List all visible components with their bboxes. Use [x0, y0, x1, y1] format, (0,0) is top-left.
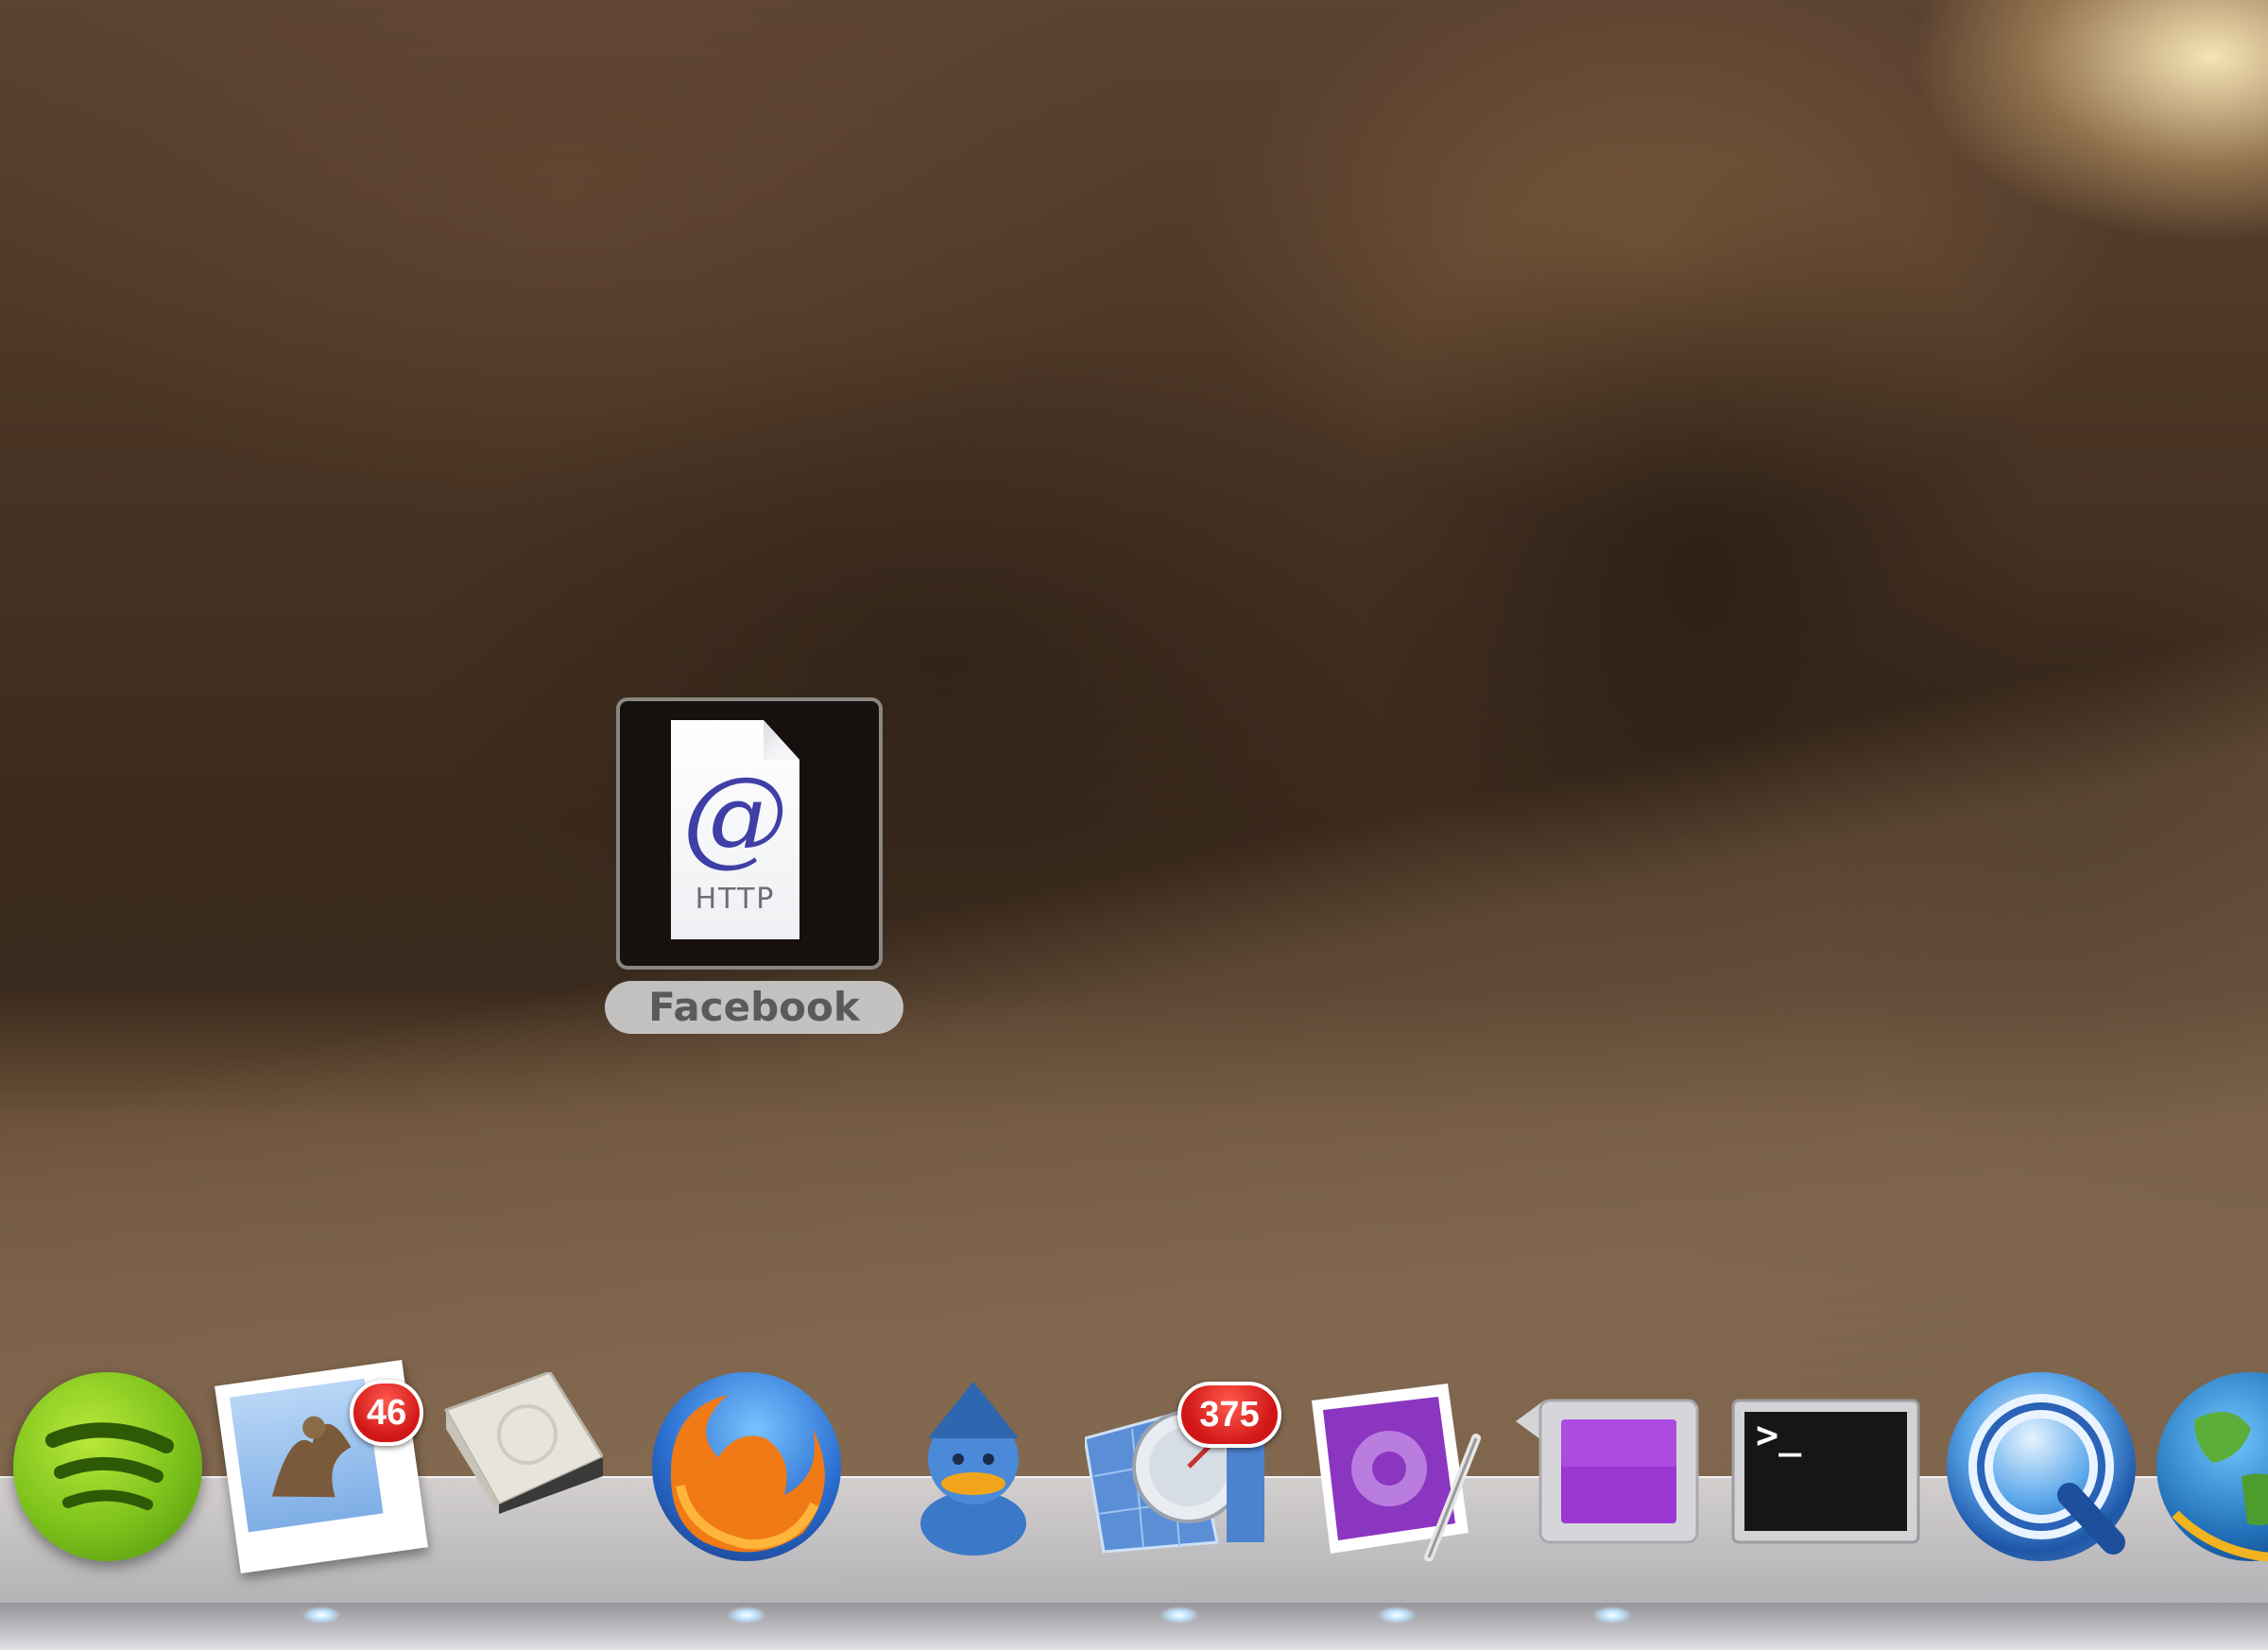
desktop-file-name-label[interactable]: Facebook: [605, 981, 903, 1034]
dock-item-coda[interactable]: 375: [1083, 1372, 1281, 1580]
mail-unread-badge: 46: [350, 1380, 424, 1446]
dock-item-terminal[interactable]: >_: [1731, 1372, 1920, 1580]
firefox-icon: [652, 1372, 841, 1561]
purple-square-icon: [1512, 1372, 1701, 1561]
dock-item-spotify[interactable]: [13, 1372, 202, 1580]
hard-drive-icon: [437, 1370, 626, 1561]
purple-gear-pen-icon: [1297, 1372, 1486, 1562]
dock-item-xcode[interactable]: [1297, 1372, 1486, 1580]
running-indicator: [1378, 1607, 1416, 1624]
terminal-icon: >_: [1731, 1372, 1920, 1561]
dock-item-purple-app[interactable]: [1512, 1372, 1701, 1580]
running-indicator: [1160, 1607, 1198, 1624]
terminal-prompt-text: >_: [1756, 1414, 1802, 1457]
running-indicator: [1593, 1607, 1631, 1624]
duck-icon: [879, 1372, 1068, 1561]
dock-item-mail[interactable]: 46: [215, 1360, 428, 1580]
running-indicator: [728, 1607, 765, 1624]
globe-icon: [2156, 1372, 2268, 1562]
spotify-icon: [13, 1372, 202, 1561]
coda-badge: 375: [1177, 1382, 1281, 1448]
dock-item-quicktime[interactable]: [1947, 1372, 2136, 1580]
dock-item-globe[interactable]: [2156, 1372, 2268, 1580]
dock-item-disk-utility[interactable]: [437, 1370, 626, 1580]
quicktime-icon: [1947, 1372, 2136, 1561]
file-type-label: HTTP: [695, 883, 776, 916]
at-sign-glyph: @: [682, 755, 788, 878]
dock-item-adium[interactable]: [879, 1372, 1068, 1580]
running-indicator: [302, 1607, 340, 1624]
dock-item-firefox[interactable]: [652, 1372, 841, 1580]
